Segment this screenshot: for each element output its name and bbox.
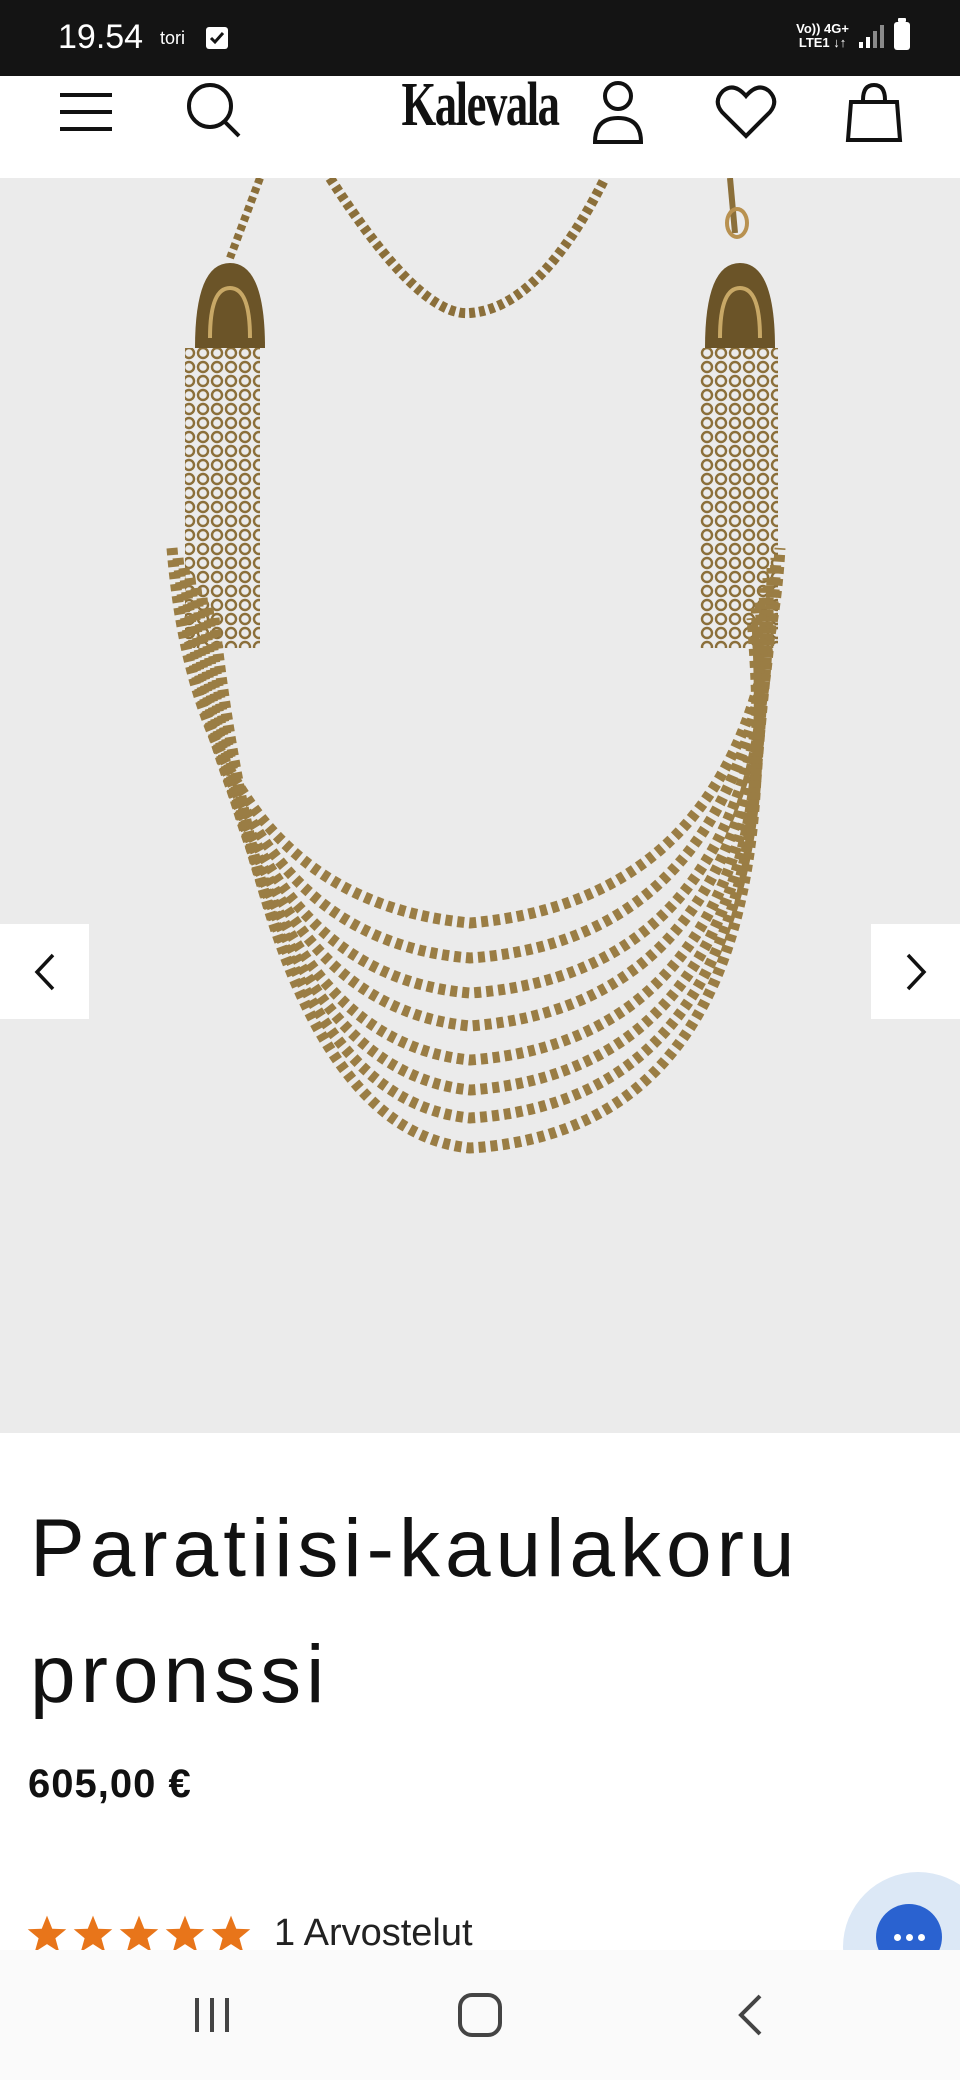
chat-dot-icon <box>905 1933 913 1941</box>
status-indicators: Vo)) 4G+ LTE1 ↓↑ <box>796 18 910 50</box>
site-header: Kalevala <box>0 71 960 178</box>
menu-icon[interactable] <box>50 76 122 148</box>
status-day: tori <box>160 28 186 48</box>
status-bar: 19.54 tori Vo)) 4G+ LTE1 ↓↑ <box>0 0 960 76</box>
product-image-carousel[interactable] <box>0 178 960 1433</box>
product-title: Paratiisi-kaulakoru pronssi <box>30 1503 800 1720</box>
system-navigation-bar <box>0 1950 960 2080</box>
back-icon[interactable] <box>730 1990 770 2040</box>
battery-icon <box>894 18 910 50</box>
reviews-count-link[interactable]: 1 Arvostelut <box>274 1912 473 1955</box>
star-icon <box>211 1915 251 1952</box>
recent-apps-icon[interactable] <box>188 1990 236 2040</box>
necklace-image <box>166 178 786 1154</box>
star-icon <box>165 1915 205 1952</box>
network-label: Vo)) 4G+ LTE1 ↓↑ <box>796 21 849 50</box>
next-image-button[interactable] <box>871 924 960 1019</box>
notification-check-icon <box>206 27 228 49</box>
shopping-bag-icon[interactable] <box>838 76 910 148</box>
wishlist-heart-icon[interactable] <box>710 76 782 148</box>
previous-image-button[interactable] <box>0 924 89 1019</box>
signal-icon <box>859 24 884 48</box>
star-icon <box>119 1915 159 1952</box>
star-icon <box>73 1915 113 1952</box>
product-price: 605,00 € <box>28 1762 192 1806</box>
product-rating[interactable]: 1 Arvostelut <box>26 1912 473 1955</box>
account-icon[interactable] <box>582 76 654 148</box>
status-time: 19.54 <box>58 18 144 56</box>
star-icon <box>27 1915 67 1952</box>
rating-stars <box>26 1913 252 1955</box>
chat-dot-icon <box>917 1933 925 1941</box>
home-icon[interactable] <box>453 1990 507 2040</box>
chat-dot-icon <box>893 1933 901 1941</box>
